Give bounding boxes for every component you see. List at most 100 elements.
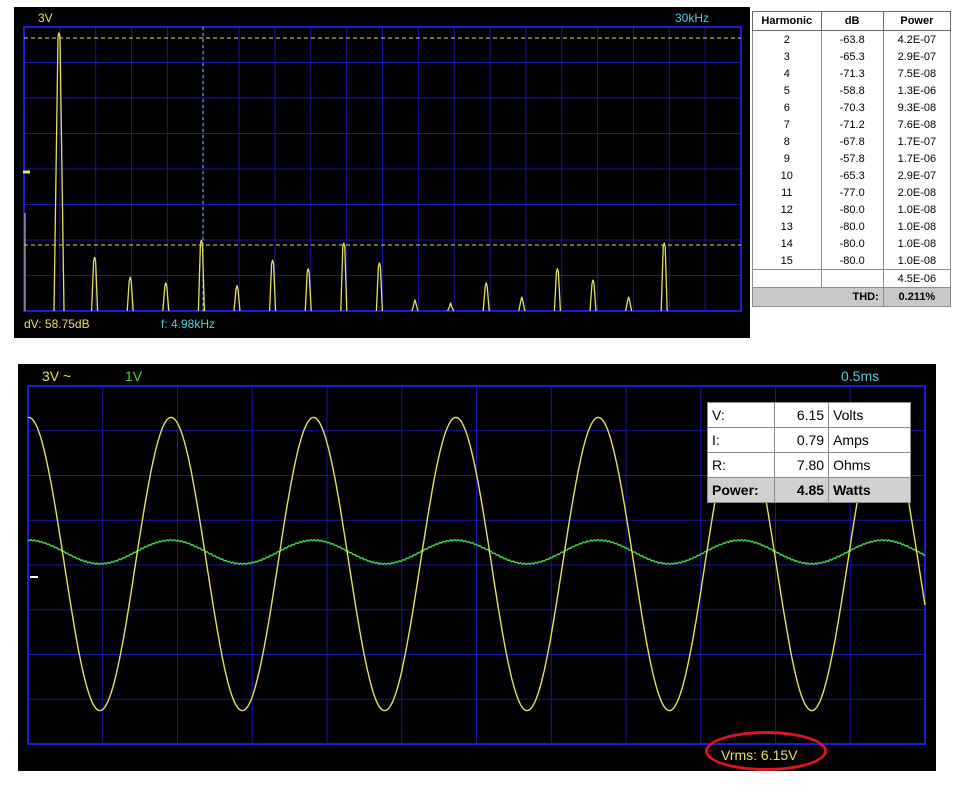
quantity-label: V: xyxy=(707,402,775,428)
quantity-unit: Volts xyxy=(828,402,911,428)
db-cell: -80.0 xyxy=(820,201,884,218)
db-cell: -63.8 xyxy=(820,30,884,48)
ch2-volts-label: 1V xyxy=(125,368,143,384)
table-row: 12 -80.0 1.0E-08 xyxy=(752,201,952,218)
harmonic-cell: 2 xyxy=(752,30,822,48)
db-cell: -65.3 xyxy=(820,167,884,184)
power-cell: 1.3E-06 xyxy=(882,82,952,99)
header-harmonic: Harmonic xyxy=(752,11,822,31)
power-cell: 2.0E-08 xyxy=(882,184,952,201)
table-row: 3 -65.3 2.9E-07 xyxy=(752,48,952,65)
power-cell: 9.3E-08 xyxy=(882,99,952,116)
power-cell: 4.2E-07 xyxy=(882,30,952,48)
harmonic-cell: 13 xyxy=(752,218,822,235)
harmonic-cell: 14 xyxy=(752,235,822,252)
header-power: Power xyxy=(882,11,952,31)
db-cell: -80.0 xyxy=(820,218,884,235)
power-cell: 1.7E-07 xyxy=(882,133,952,150)
harmonic-cell xyxy=(752,269,822,288)
db-cell: -57.8 xyxy=(820,150,884,167)
quantity-value: 0.79 xyxy=(773,427,830,453)
harmonic-cell: 15 xyxy=(752,252,822,270)
total-power-row: 4.5E-06 xyxy=(752,269,952,288)
table-row: 4 -71.3 7.5E-08 xyxy=(752,65,952,82)
table-row: R: 7.80 Ohms xyxy=(707,452,911,478)
quantity-value: 6.15 xyxy=(773,402,830,428)
power-cell: 2.9E-07 xyxy=(882,48,952,65)
thd-spacer xyxy=(752,287,822,307)
harmonic-cell: 5 xyxy=(752,82,822,99)
ch1-volts-label: 3V ~ xyxy=(42,368,72,384)
harmonic-cell: 8 xyxy=(752,133,822,150)
harmonics-table: Harmonic dB Power 2 -63.8 4.2E-07 3 -65.3 2.… xyxy=(752,11,952,307)
spectrum-peak xyxy=(553,268,562,312)
spectrum-peak xyxy=(90,256,99,312)
spectrum-peak xyxy=(589,279,597,312)
thd-label: THD: xyxy=(821,287,884,307)
fft-dv-readout: dV: 58.75dB xyxy=(24,317,90,331)
table-row: 7 -71.2 7.6E-08 xyxy=(752,116,952,133)
harmonic-cell: 3 xyxy=(752,48,822,65)
db-cell: -77.0 xyxy=(820,184,884,201)
table-row: 8 -67.8 1.7E-07 xyxy=(752,133,952,150)
power-label: Power: xyxy=(707,477,775,503)
harmonic-cell: 6 xyxy=(752,99,822,116)
spectrum-peak xyxy=(53,32,65,312)
table-row: I: 0.79 Amps xyxy=(707,427,911,453)
vrms-highlight-circle xyxy=(705,731,827,771)
timebase-label: 0.5ms xyxy=(841,368,880,384)
power-unit: Watts xyxy=(828,477,911,503)
db-cell: -71.3 xyxy=(820,65,884,82)
db-cell: -80.0 xyxy=(820,235,884,252)
fft-plot xyxy=(23,26,742,312)
harmonic-cell: 12 xyxy=(752,201,822,218)
harmonic-cell: 4 xyxy=(752,65,822,82)
power-value: 4.85 xyxy=(773,477,830,503)
quantity-unit: Ohms xyxy=(828,452,911,478)
power-cell: 1.0E-08 xyxy=(882,218,952,235)
db-cell xyxy=(820,269,884,288)
fft-volts-label: 3V xyxy=(38,11,53,25)
quantity-value: 7.80 xyxy=(773,452,830,478)
table-row: 13 -80.0 1.0E-08 xyxy=(752,218,952,235)
table-row: 10 -65.3 2.9E-07 xyxy=(752,167,952,184)
db-cell: -70.3 xyxy=(820,99,884,116)
power-cell: 1.0E-08 xyxy=(882,252,952,270)
total-power-value: 4.5E-06 xyxy=(882,269,952,288)
power-summary-table: V: 6.15 Volts I: 0.79 Amps R: 7.80 Ohms … xyxy=(707,402,911,503)
table-row: 15 -80.0 1.0E-08 xyxy=(752,252,952,270)
spectrum-peak xyxy=(660,242,668,312)
table-row: 11 -77.0 2.0E-08 xyxy=(752,184,952,201)
db-cell: -71.2 xyxy=(820,116,884,133)
spectrum-peak xyxy=(447,302,455,312)
power-cell: 7.5E-08 xyxy=(882,65,952,82)
db-cell: -58.8 xyxy=(820,82,884,99)
thd-value: 0.211% xyxy=(882,287,952,307)
power-cell: 1.0E-08 xyxy=(882,235,952,252)
spectrum-peak xyxy=(162,282,170,312)
thd-row: THD: 0.211% xyxy=(752,287,952,307)
fft-scope-display[interactable]: 3V 30kHz dV: 58.75dB f: 4.98kHz xyxy=(14,7,750,338)
harmonic-cell: 11 xyxy=(752,184,822,201)
spectrum-peak xyxy=(340,242,348,312)
spectrum-peak xyxy=(518,296,526,312)
power-cell: 1.7E-06 xyxy=(882,150,952,167)
quantity-label: R: xyxy=(707,452,775,478)
harmonics-header-row: Harmonic dB Power xyxy=(752,11,952,31)
harmonic-cell: 7 xyxy=(752,116,822,133)
power-cell: 1.0E-08 xyxy=(882,201,952,218)
table-row: 14 -80.0 1.0E-08 xyxy=(752,235,952,252)
quantity-label: I: xyxy=(707,427,775,453)
spectrum-peak xyxy=(375,262,384,312)
db-cell: -67.8 xyxy=(820,133,884,150)
table-row: 2 -63.8 4.2E-07 xyxy=(752,30,952,48)
table-row: V: 6.15 Volts xyxy=(707,402,911,428)
table-row: 9 -57.8 1.7E-06 xyxy=(752,150,952,167)
db-cell: -65.3 xyxy=(820,48,884,65)
db-cell: -80.0 xyxy=(820,252,884,270)
quantity-unit: Amps xyxy=(828,427,911,453)
spectrum-peak xyxy=(482,282,490,312)
harmonic-cell: 10 xyxy=(752,167,822,184)
power-cell: 7.6E-08 xyxy=(882,116,952,133)
spectrum-peak xyxy=(411,299,419,312)
